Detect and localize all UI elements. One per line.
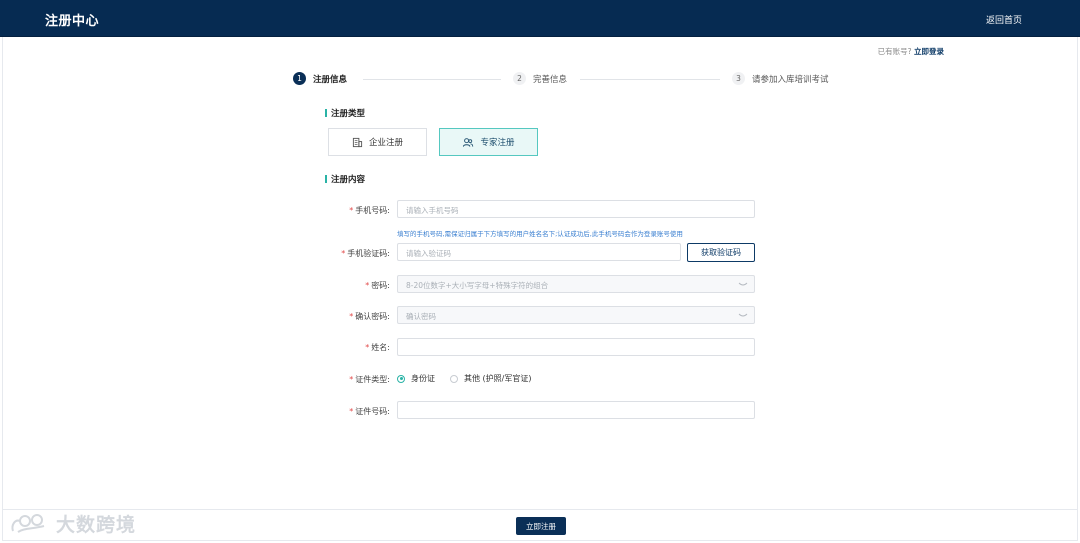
step-1: 1 注册信息 xyxy=(293,72,347,85)
name-label: * 姓名: xyxy=(365,343,390,352)
footer-divider xyxy=(3,509,1077,510)
register-type-title: 注册类型 xyxy=(325,107,365,119)
step-2: 2 完善信息 xyxy=(513,72,567,85)
step-2-label: 完善信息 xyxy=(533,74,568,85)
step-divider xyxy=(580,79,720,80)
back-home-link[interactable]: 返回首页 xyxy=(986,13,1022,26)
login-link[interactable]: 立即登录 xyxy=(914,47,944,56)
progress-steps: 1 注册信息 2 完善信息 3 请参加入库培训考试 xyxy=(293,72,838,88)
confirm-password-label: * 确认密码: xyxy=(349,312,390,321)
eye-closed-icon[interactable] xyxy=(738,282,748,288)
id-number-input[interactable] xyxy=(397,401,755,419)
top-header: 注册中心 返回首页 xyxy=(0,0,1080,37)
password-placeholder: 8-20位数字+大小写字母+特殊字符的组合 xyxy=(406,281,549,290)
id-number-label: * 证件号码: xyxy=(349,407,390,416)
id-type-idcard-label: 身份证 xyxy=(411,374,435,383)
users-icon xyxy=(463,137,474,147)
watermark: 大数跨境 xyxy=(10,510,136,537)
radio-dot xyxy=(450,374,458,383)
id-type-label: * 证件类型: xyxy=(349,375,390,384)
step-3: 3 请参加入库培训考试 xyxy=(732,72,829,85)
expert-register-label: 专家注册 xyxy=(480,138,515,148)
sms-code-input[interactable]: 请输入验证码 xyxy=(397,243,681,261)
page-title: 注册中心 xyxy=(45,14,100,29)
radio-dot xyxy=(397,374,405,383)
watermark-text: 大数跨境 xyxy=(56,514,137,536)
enterprise-register-option[interactable]: 企业注册 xyxy=(328,128,427,156)
login-hint: 已有账号? 立即登录 xyxy=(878,46,944,57)
step-1-label: 注册信息 xyxy=(313,74,348,85)
password-input[interactable]: 8-20位数字+大小写字母+特殊字符的组合 xyxy=(397,275,755,293)
step-3-label: 请参加入库培训考试 xyxy=(752,74,829,85)
get-code-button[interactable]: 获取验证码 xyxy=(687,243,755,262)
register-content-title: 注册内容 xyxy=(325,173,365,185)
password-label: * 密码: xyxy=(365,281,390,290)
phone-input[interactable]: 请输入手机号码 xyxy=(397,200,755,218)
phone-label: * 手机号码: xyxy=(349,206,390,215)
step-divider xyxy=(363,79,501,80)
building-icon xyxy=(352,137,363,147)
expert-register-option[interactable]: 专家注册 xyxy=(439,128,538,156)
watermark-logo-icon xyxy=(11,513,45,533)
confirm-password-input[interactable]: 确认密码 xyxy=(397,306,755,324)
id-type-radio-other[interactable]: 其他 (护照/军官证) xyxy=(450,373,531,384)
step-2-number: 2 xyxy=(513,72,526,85)
id-type-radio-idcard[interactable]: 身份证 xyxy=(397,373,435,384)
step-3-number: 3 xyxy=(732,72,745,85)
step-1-number: 1 xyxy=(293,72,306,85)
enterprise-register-label: 企业注册 xyxy=(368,138,403,148)
register-submit-button[interactable]: 立即注册 xyxy=(516,517,566,535)
sms-code-label: * 手机验证码: xyxy=(341,249,390,258)
login-hint-text: 已有账号? xyxy=(877,47,912,56)
phone-hint: 填写的手机号码,需保证归属于下方填写的用户姓名名下;认证成功后,此手机号码会作为… xyxy=(397,230,683,238)
confirm-password-placeholder: 确认密码 xyxy=(406,312,436,321)
name-input[interactable] xyxy=(397,338,755,356)
eye-closed-icon[interactable] xyxy=(738,313,748,319)
id-type-other-label: 其他 (护照/军官证) xyxy=(464,374,532,383)
